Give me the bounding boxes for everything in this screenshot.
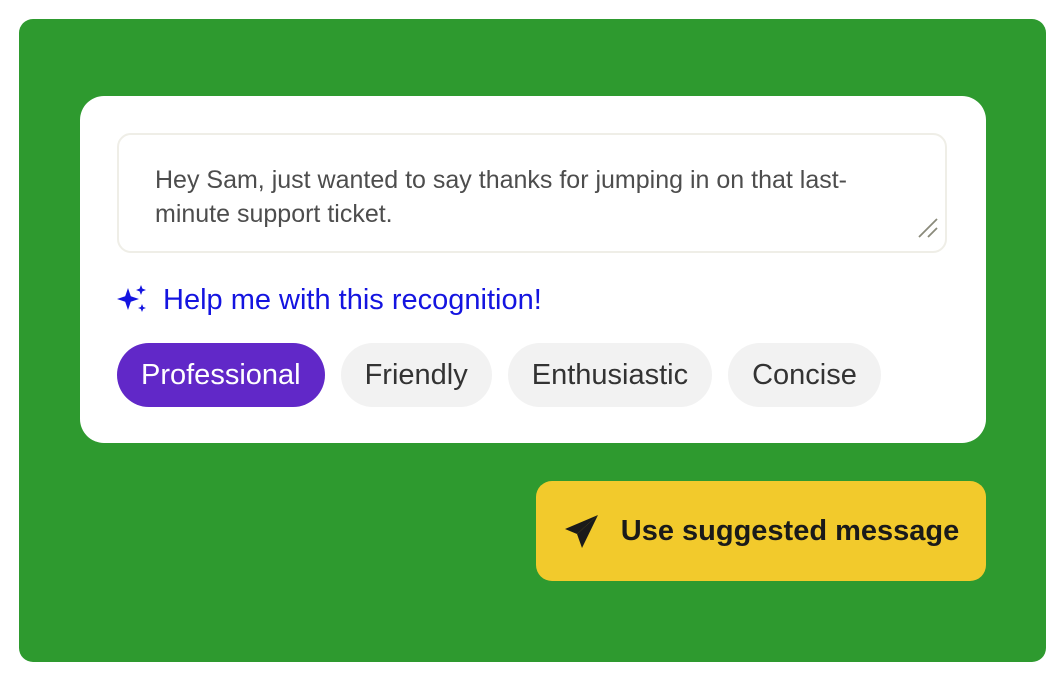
message-textarea[interactable]: Hey Sam, just wanted to say thanks for j… <box>117 133 947 253</box>
use-suggested-message-label: Use suggested message <box>620 514 960 547</box>
help-me-label: Help me with this recognition! <box>163 283 542 316</box>
tone-chips: Professional Friendly Enthusiastic Conci… <box>117 343 897 407</box>
resize-handle-icon[interactable] <box>915 215 939 239</box>
message-text: Hey Sam, just wanted to say thanks for j… <box>155 166 848 228</box>
tone-chip-concise[interactable]: Concise <box>728 343 881 407</box>
background-panel: Hey Sam, just wanted to say thanks for j… <box>19 19 1046 662</box>
use-suggested-message-button[interactable]: Use suggested message <box>536 481 986 581</box>
sparkles-icon <box>117 285 146 312</box>
tone-chip-friendly[interactable]: Friendly <box>340 343 492 407</box>
recognition-card: Hey Sam, just wanted to say thanks for j… <box>80 96 986 443</box>
send-icon <box>564 515 598 548</box>
tone-chip-professional[interactable]: Professional <box>117 343 325 407</box>
help-me-link[interactable]: Help me with this recognition! <box>115 282 542 318</box>
tone-chip-enthusiastic[interactable]: Enthusiastic <box>507 343 713 407</box>
